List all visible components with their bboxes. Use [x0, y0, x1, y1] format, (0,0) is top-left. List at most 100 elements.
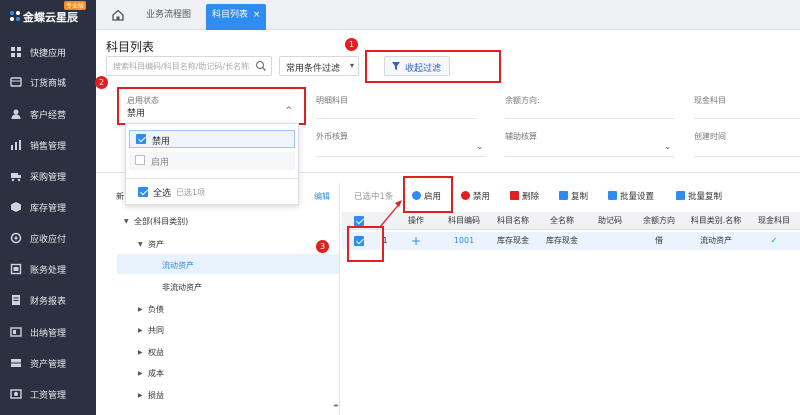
cell-account-code[interactable]: 1001 — [440, 232, 488, 250]
expand-icon[interactable]: ▼ — [138, 241, 143, 248]
expand-icon[interactable]: ▶ — [138, 306, 143, 313]
cell-account-name: 库存现金 — [497, 236, 529, 245]
sidebar-item-inventory[interactable]: 库存管理 — [0, 196, 96, 218]
sidebar-item-financial-report[interactable]: 财务报表 — [0, 289, 96, 311]
brand-name: 金蝶云星辰 — [23, 11, 78, 24]
balance-direction-filter-label[interactable]: 余额方向: — [505, 95, 540, 106]
tree-edit-link[interactable]: 编辑 — [314, 191, 330, 202]
trash-icon — [510, 191, 519, 200]
check-icon: ✓ — [770, 236, 778, 245]
annotation-badge-2: 2 — [95, 76, 108, 89]
sidebar-item-order-mall[interactable]: 订货商城 — [0, 71, 96, 93]
checkbox[interactable] — [136, 134, 146, 144]
option-label: 禁用 — [152, 137, 171, 147]
annotation-box-enable — [403, 176, 453, 213]
tree-node-assets[interactable]: 资产 — [148, 239, 164, 250]
status-dropdown: 禁用 启用 全选 已选1项 — [125, 123, 299, 205]
batch-copy-button[interactable]: 批量复制 — [676, 190, 722, 202]
select-all-label[interactable]: 全选 — [153, 186, 171, 199]
sidebar-item-label: 应收应付 — [30, 235, 67, 245]
annotation-badge-3: 3 — [316, 240, 329, 253]
sidebar-item-assets[interactable]: 资产管理 — [0, 352, 96, 374]
selected-count: 已选1项 — [176, 188, 206, 197]
sidebar-item-receivable[interactable]: 应收应付 — [0, 227, 96, 249]
tree-node-noncurrent-assets[interactable]: 非流动资产 — [162, 282, 202, 293]
sidebar-item-accounting[interactable]: 账务处理 — [0, 258, 96, 280]
cash-account-filter-label[interactable]: 现金科目 — [694, 95, 726, 106]
home-tab[interactable] — [108, 5, 128, 25]
select-all-rows-checkbox[interactable] — [354, 216, 364, 226]
sidebar-item-purchase[interactable]: 采购管理 — [0, 165, 96, 187]
dropdown-option-enabled[interactable]: 启用 — [129, 152, 295, 170]
created-time-filter-label[interactable]: 创建时间 — [694, 131, 726, 142]
filter-divider — [694, 118, 800, 119]
expand-icon[interactable]: ▶ — [138, 327, 143, 334]
tab-business-flow[interactable]: 业务流程图 — [140, 4, 197, 30]
annotation-badge-1: 1 — [345, 38, 358, 51]
chevron-down-icon: ⌄ — [664, 142, 672, 152]
sidebar-item-label: 财务报表 — [30, 297, 67, 307]
expand-icon[interactable]: ▶ — [138, 370, 143, 377]
sidebar-item-label: 订货商城 — [30, 79, 67, 89]
kingdee-logo-icon — [10, 11, 20, 21]
detail-account-filter-label[interactable]: 明细科目 — [316, 95, 348, 106]
sidebar: 金蝶云星辰 专业版 快捷应用 订货商城 客户经营 销售管理 采购管理 库存管理 — [0, 0, 96, 415]
filter-divider — [505, 118, 675, 119]
splitter-handle-icon[interactable]: ◂▸ — [333, 402, 339, 409]
copy-button[interactable]: 复制 — [559, 190, 588, 202]
page-title: 科目列表 — [106, 40, 155, 54]
tree-node-equity[interactable]: 权益 — [148, 347, 164, 358]
copy-icon — [676, 191, 685, 200]
checkbox[interactable] — [135, 155, 145, 165]
tree-selected-row — [117, 254, 339, 274]
common-filter-select[interactable]: 常用条件过滤 ▾ — [279, 56, 359, 76]
batch-settings-label: 批量设置 — [620, 192, 655, 202]
close-icon[interactable]: × — [253, 10, 261, 20]
dropdown-option-disabled[interactable]: 禁用 — [129, 130, 295, 148]
tree-node-common[interactable]: 共同 — [148, 325, 164, 336]
home-icon — [112, 9, 124, 21]
tree-node-all[interactable]: 全部(科目类别) — [134, 216, 188, 227]
tree-node-current-assets[interactable]: 流动资产 — [162, 260, 194, 271]
search-icon[interactable] — [255, 60, 267, 72]
search-placeholder: 搜索科目编码/科目名称/助记码/长名称 — [113, 62, 250, 71]
copy-icon — [559, 191, 568, 200]
box-icon — [11, 202, 21, 212]
add-row-icon[interactable]: + — [398, 232, 434, 250]
delete-button[interactable]: 删除 — [510, 190, 539, 202]
filter-divider — [505, 156, 675, 157]
batch-settings-button[interactable]: 批量设置 — [608, 190, 654, 202]
tree-node-cost[interactable]: 成本 — [148, 368, 164, 379]
disable-button[interactable]: 禁用 — [461, 190, 490, 202]
sidebar-item-label: 采购管理 — [30, 173, 67, 183]
expand-icon[interactable]: ▼ — [124, 218, 129, 225]
tree-node-liabilities[interactable]: 负债 — [148, 304, 164, 315]
sidebar-item-quick-apps[interactable]: 快捷应用 — [0, 41, 96, 63]
tree-new-label[interactable]: 新 — [116, 191, 124, 202]
settings-icon — [608, 191, 617, 200]
filter-divider — [316, 118, 476, 119]
column-header: 科目名称 — [497, 216, 529, 225]
sidebar-item-wages[interactable]: 工资管理 — [0, 383, 96, 405]
cell-category: 流动资产 — [700, 236, 732, 245]
report-icon — [12, 295, 20, 305]
sidebar-item-label: 销售管理 — [30, 142, 67, 152]
annotation-arrow-icon — [379, 200, 402, 228]
expand-icon[interactable]: ▶ — [138, 392, 143, 399]
tab-account-list[interactable]: 科目列表 × — [206, 4, 267, 30]
sidebar-item-sales[interactable]: 销售管理 — [0, 134, 96, 156]
annotation-box-2 — [117, 87, 306, 125]
batch-copy-label: 批量复制 — [688, 192, 723, 202]
disable-icon — [461, 191, 470, 200]
foreign-currency-filter-label[interactable]: 外币核算 — [316, 131, 348, 142]
sidebar-item-cashier[interactable]: 出纳管理 — [0, 321, 96, 343]
edition-badge: 专业版 — [64, 1, 87, 10]
search-input[interactable]: 搜索科目编码/科目名称/助记码/长名称 — [106, 56, 272, 76]
sidebar-item-customer[interactable]: 客户经营 — [0, 103, 96, 125]
tree-node-profit-loss[interactable]: 损益 — [148, 390, 164, 401]
auxiliary-filter-label[interactable]: 辅助核算 — [505, 131, 537, 142]
select-all-checkbox[interactable] — [138, 187, 148, 197]
expand-icon[interactable]: ▶ — [138, 349, 143, 356]
sidebar-item-label: 账务处理 — [30, 266, 67, 276]
column-header: 全名称 — [550, 216, 574, 225]
